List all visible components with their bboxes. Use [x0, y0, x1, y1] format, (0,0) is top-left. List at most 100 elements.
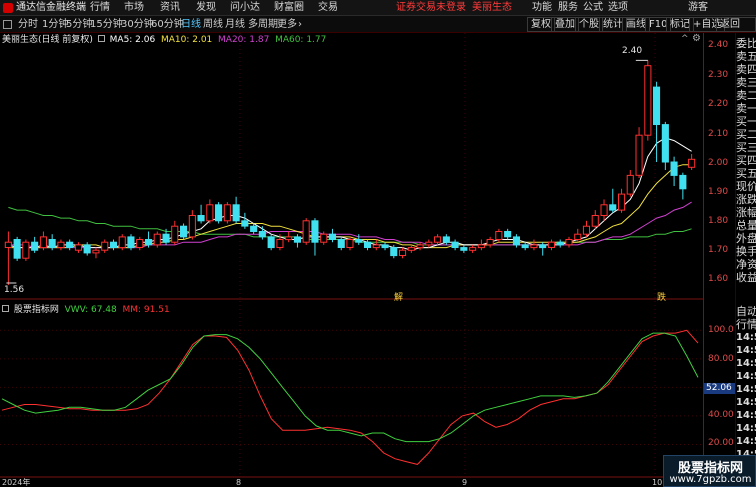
candle [74, 242, 83, 253]
candle-body-down [521, 244, 529, 249]
candle-body-down [31, 241, 39, 251]
candle [311, 218, 319, 256]
candle-body-down [381, 244, 389, 249]
candle-body-down [311, 220, 319, 243]
candle [477, 239, 485, 251]
more-arrow-icon[interactable]: › [298, 16, 302, 33]
menu-hangqing[interactable]: 行情 [90, 0, 110, 16]
indicator-title[interactable]: 股票指标网 [14, 305, 59, 315]
candle-body-up [171, 225, 179, 243]
user-label[interactable]: 游客 [688, 0, 708, 16]
candle [302, 218, 310, 245]
candle-body-up [223, 204, 231, 222]
candle-body-up [688, 158, 696, 168]
candle-body-down [460, 247, 468, 251]
candle-body-down [145, 239, 153, 246]
candle [337, 236, 345, 251]
candle [285, 231, 293, 243]
candle-body-up [618, 193, 626, 211]
candle-body-up [4, 241, 12, 248]
menu-xuanxiang[interactable]: 选项 [608, 0, 628, 16]
candle [258, 226, 266, 240]
login-notice[interactable]: 证券交易未登录 [396, 0, 466, 16]
period-1min[interactable]: 1分钟 [42, 16, 68, 33]
quote-volume: 总量 [736, 219, 756, 232]
menu-fuwu[interactable]: 服务 [558, 0, 578, 16]
menu-wenxiaoda[interactable]: 问小达 [230, 0, 260, 16]
candle-body-up [530, 244, 538, 249]
candle [4, 231, 12, 285]
candle [293, 234, 301, 248]
low-marker: 1.56 [4, 285, 25, 295]
candle [13, 236, 21, 261]
menu-jiaoyi[interactable]: 交易 [318, 0, 338, 16]
signal-sell-label: 跌 [657, 293, 667, 303]
main-legend: 美丽生态(日线 前复权) MA5: 2.06 MA10: 2.01 MA20: … [2, 34, 326, 46]
period-more[interactable]: 更多 [277, 16, 297, 33]
candle-body-down [556, 241, 564, 246]
candle-body-down [13, 239, 21, 259]
period-monthly[interactable]: 月线 [225, 16, 245, 33]
candle-body-up [276, 239, 284, 248]
menu-shichang[interactable]: 市场 [124, 0, 144, 16]
candle [425, 239, 433, 248]
period-weekly[interactable]: 周线 [203, 16, 223, 33]
candle-body-down [127, 236, 135, 249]
period-15min[interactable]: 15分钟 [90, 16, 123, 33]
candle-body-up [74, 244, 83, 251]
candle [48, 234, 56, 251]
tab-auto[interactable]: 自动 [736, 305, 756, 318]
candle [328, 228, 336, 243]
chevron-down-icon[interactable] [97, 35, 105, 42]
watermark: 股票指标网 www.7gpzb.com [663, 455, 756, 487]
menu-faxian[interactable]: 发现 [196, 0, 216, 16]
period-daily[interactable]: 日线 [181, 16, 201, 33]
period-60min[interactable]: 60分钟 [151, 16, 184, 33]
btn-fanhui[interactable]: 返回 [716, 17, 756, 32]
candle [127, 234, 135, 251]
candle-body-down [679, 174, 687, 190]
kline-chart[interactable] [0, 33, 735, 478]
candle-body-down [328, 233, 336, 240]
candle [267, 234, 275, 251]
candle [486, 236, 494, 248]
app-logo-icon [3, 3, 13, 13]
candle-body-up [582, 225, 591, 235]
candle-body-down [451, 241, 459, 248]
minute-time: 14:56 [736, 410, 756, 421]
menu-caifuquan[interactable]: 财富圈 [274, 0, 304, 16]
candle-body-down [390, 247, 398, 257]
indicator-lines [1, 329, 699, 465]
menu-gongshi[interactable]: 公式 [583, 0, 603, 16]
candle [180, 223, 188, 240]
minute-time: 14:56 [736, 384, 756, 395]
candle-body-up [416, 244, 424, 249]
tab-quote[interactable]: 行情 [736, 318, 756, 331]
candle [83, 242, 91, 256]
candle [197, 204, 205, 224]
menu-gongneng[interactable]: 功能 [532, 0, 552, 16]
menu-zixun[interactable]: 资讯 [160, 0, 180, 16]
candle-body-up [57, 241, 65, 248]
vwv-label: VWV: 67.48 [64, 305, 117, 315]
period-30min[interactable]: 30分钟 [121, 16, 154, 33]
candle-body-up [346, 239, 354, 248]
candle [57, 239, 65, 251]
layout-icon[interactable] [3, 20, 12, 29]
expand-icon[interactable]: ^ [681, 34, 689, 44]
candle [381, 242, 389, 251]
indicator-icon[interactable] [2, 305, 9, 312]
quote-sell2: 卖二 [736, 89, 756, 102]
y-tick: 2.00 [708, 158, 729, 168]
candle [416, 242, 424, 251]
gear-icon[interactable]: ⚙ [692, 33, 701, 44]
candle-body-up [320, 233, 328, 243]
period-fenshi[interactable]: 分时 [18, 16, 38, 33]
date-axis: 2024年 8 9 10 [0, 478, 735, 487]
date-label: 2024年 [2, 478, 31, 487]
period-5min[interactable]: 5分钟 [66, 16, 92, 33]
quote-net-asset: 净资 [736, 258, 756, 271]
period-multi[interactable]: 多周期 [248, 16, 278, 33]
candle [556, 239, 564, 248]
ma10-label: MA10: 2.01 [160, 35, 213, 45]
